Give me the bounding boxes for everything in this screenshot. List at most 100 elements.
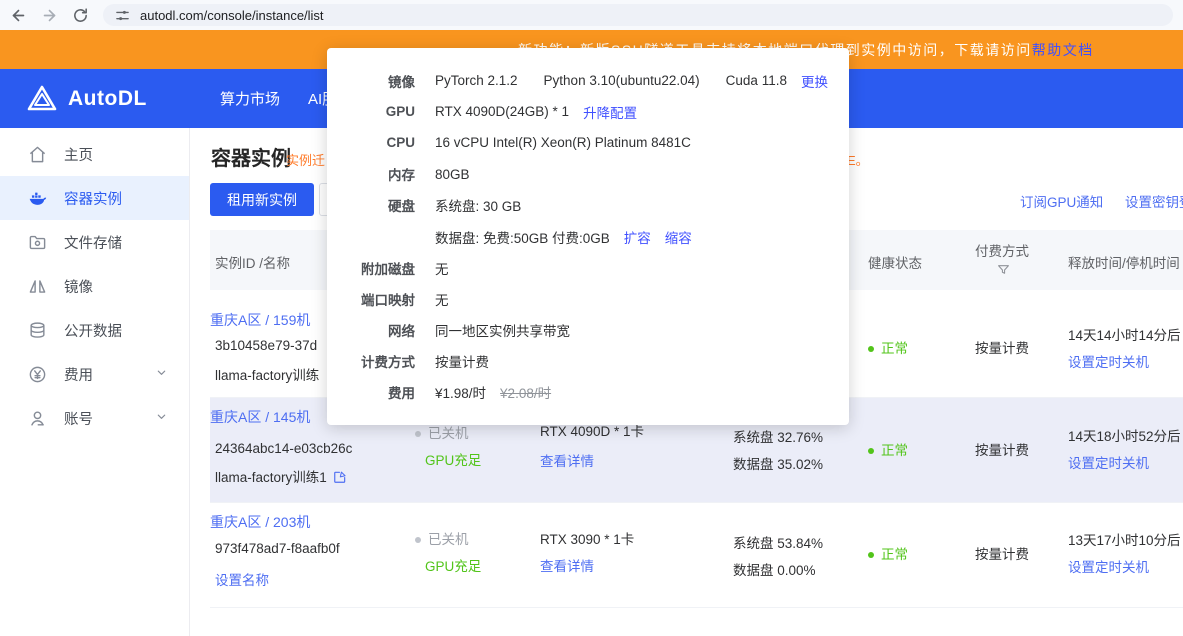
popover-row-cost: 费用 ¥1.98/时 ¥2.08/时 [327, 377, 849, 408]
filter-funnel-icon[interactable] [997, 263, 1010, 276]
system-disk-usage: 系统盘 53.84% [733, 532, 823, 552]
edit-name-icon[interactable] [333, 470, 347, 484]
popover-label: 内存 [327, 164, 415, 184]
change-image-link[interactable]: 更换 [801, 71, 828, 91]
gpu-stock: GPU充足 [425, 449, 481, 469]
power-status: 已关机 [415, 422, 469, 442]
image-python: Python 3.10(ubuntu22.04) [544, 73, 700, 88]
sidebar-item-label: 费用 [64, 364, 93, 385]
shrink-disk-link[interactable]: 缩容 [665, 227, 692, 247]
memory-value: 80GB [435, 167, 470, 182]
health-status: 正常 [868, 439, 908, 459]
cost-original: ¥2.08/时 [500, 382, 551, 402]
set-shutdown-timer-link[interactable]: 设置定时关机 [1068, 351, 1149, 371]
autodl-logo-icon [26, 84, 58, 114]
popover-row-network: 网络 同一地区实例共享带宽 [327, 315, 849, 346]
instance-region-link[interactable]: 重庆A区 / 203机 [210, 512, 310, 532]
popover-row-cpu: CPU 16 vCPU Intel(R) Xeon(R) Platinum 84… [327, 127, 849, 158]
col-header-release-time: 释放时间/停机时间 [1068, 252, 1180, 272]
pay-mode: 按量计费 [975, 543, 1029, 563]
sidebar-item-label: 镜像 [64, 276, 93, 297]
nav-compute-market[interactable]: 算力市场 [220, 69, 280, 128]
cpu-value: 16 vCPU Intel(R) Xeon(R) Platinum 8481C [435, 135, 691, 150]
upgrade-config-link[interactable]: 升降配置 [583, 102, 637, 122]
popover-row-memory: 内存 80GB [327, 159, 849, 190]
image-framework: PyTorch 2.1.2 [435, 73, 518, 88]
popover-label: 计费方式 [327, 351, 415, 371]
popover-row-port: 端口映射 无 [327, 283, 849, 314]
view-details-link[interactable]: 查看详情 [540, 555, 594, 575]
yuan-circle-icon [28, 365, 47, 384]
rent-new-instance-button[interactable]: 租用新实例 [210, 183, 314, 216]
site-settings-icon[interactable] [115, 8, 130, 23]
popover-row-disk-system: 硬盘 系统盘: 30 GB [327, 190, 849, 221]
gpu-spec: RTX 3090 * 1卡 [540, 528, 634, 548]
port-value: 无 [435, 289, 449, 309]
popover-label: 镜像 [327, 71, 415, 91]
billing-value: 按量计费 [435, 351, 489, 371]
cost-current: ¥1.98/时 [435, 382, 486, 402]
system-disk-usage: 系统盘 32.76% [733, 426, 823, 446]
popover-row-image: 镜像 PyTorch 2.1.2 Python 3.10(ubuntu22.04… [327, 65, 849, 96]
sidebar-item-account[interactable]: 账号 [0, 396, 189, 440]
url-text[interactable]: autodl.com/console/instance/list [140, 8, 324, 23]
address-bar[interactable]: autodl.com/console/instance/list [103, 4, 1173, 26]
sidebar-item-instances[interactable]: 容器实例 [0, 176, 189, 220]
popover-label: CPU [327, 135, 415, 150]
forward-icon[interactable] [41, 7, 58, 24]
health-status: 正常 [868, 543, 908, 563]
docker-icon [28, 189, 47, 208]
data-disk-usage: 数据盘 0.00% [733, 559, 816, 579]
set-name-link[interactable]: 设置名称 [215, 569, 269, 589]
popover-row-gpu: GPU RTX 4090D(24GB) * 1升降配置 [327, 96, 849, 127]
network-value: 同一地区实例共享带宽 [435, 320, 570, 340]
sidebar: 主页 容器实例 文件存储 镜像 公开数据 费用 账号 [0, 128, 190, 636]
popover-label: GPU [327, 104, 415, 119]
home-icon [28, 145, 47, 164]
database-icon [28, 321, 47, 340]
popover-label: 费用 [327, 382, 415, 402]
chevron-down-icon [156, 366, 167, 382]
instance-name: llama-factory训练1 [215, 466, 347, 486]
instance-id: 24364abc14-e03cb26c [215, 441, 352, 456]
extra-disk-value: 无 [435, 258, 449, 278]
sidebar-item-file-storage[interactable]: 文件存储 [0, 220, 189, 264]
sidebar-item-label: 公开数据 [64, 320, 122, 341]
col-header-id-name: 实例ID /名称 [215, 252, 290, 272]
sidebar-item-label: 文件存储 [64, 232, 122, 253]
system-disk-value: 系统盘: 30 GB [435, 195, 521, 215]
instance-id: 973f478ad7-f8aafb0f [215, 541, 340, 556]
sidebar-item-images[interactable]: 镜像 [0, 264, 189, 308]
sidebar-item-billing[interactable]: 费用 [0, 352, 189, 396]
data-disk-usage: 数据盘 35.02% [733, 453, 823, 473]
screen: autodl.com/console/instance/list 新功能：新版S… [0, 0, 1183, 636]
brand-name: AutoDL [68, 87, 147, 111]
banner-help-doc-link[interactable]: 帮助文档 [1032, 42, 1094, 58]
set-shutdown-timer-link[interactable]: 设置定时关机 [1068, 452, 1149, 472]
sidebar-item-home[interactable]: 主页 [0, 132, 189, 176]
set-shutdown-timer-link[interactable]: 设置定时关机 [1068, 556, 1149, 576]
expand-disk-link[interactable]: 扩容 [624, 227, 651, 247]
release-time: 14天14小时14分后 [1068, 324, 1181, 344]
set-ssh-key-link[interactable]: 设置密钥登 [1125, 191, 1183, 211]
pay-mode: 按量计费 [975, 439, 1029, 459]
table-row[interactable]: 重庆A区 / 203机 973f478ad7-f8aafb0f 设置名称 已关机… [210, 503, 1183, 608]
popover-label: 硬盘 [327, 195, 415, 215]
folder-icon [28, 233, 47, 252]
col-header-pay: 付费方式 [975, 240, 1029, 260]
sidebar-item-label: 账号 [64, 408, 93, 429]
instance-region-link[interactable]: 重庆A区 / 159机 [210, 310, 310, 330]
view-details-link[interactable]: 查看详情 [540, 450, 594, 470]
popover-row-disk-data: 数据盘: 免费:50GB 付费:0GB扩容缩容 [327, 221, 849, 252]
subscribe-gpu-notify-link[interactable]: 订阅GPU通知 [1020, 191, 1103, 211]
instance-region-link[interactable]: 重庆A区 / 145机 [210, 407, 310, 427]
user-icon [28, 409, 47, 428]
sidebar-item-public-data[interactable]: 公开数据 [0, 308, 189, 352]
reload-icon[interactable] [72, 7, 89, 24]
status-dot [415, 431, 421, 437]
power-status: 已关机 [415, 528, 469, 548]
back-icon[interactable] [10, 7, 27, 24]
instance-name: llama-factory训练 [215, 364, 319, 384]
brand[interactable]: AutoDL [26, 69, 147, 128]
popover-label: 网络 [327, 320, 415, 340]
